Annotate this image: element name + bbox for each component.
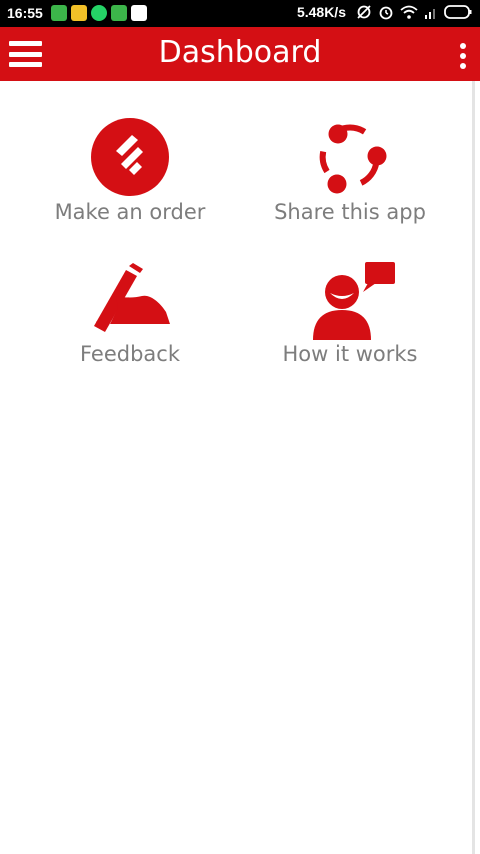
feedback-tile[interactable]: Feedback [20, 262, 240, 366]
net-speed: 5.48K/s [296, 4, 346, 20]
file-icon [71, 5, 87, 21]
alarm-icon [379, 6, 393, 20]
scrollbar[interactable] [472, 81, 475, 854]
make-order-tile[interactable]: Make an order [20, 118, 240, 224]
tile-label: Share this app [274, 200, 426, 224]
app-bar: Dashboard [0, 27, 480, 81]
tile-label: How it works [282, 342, 418, 366]
share-app-tile[interactable]: Share this app [240, 118, 460, 224]
page-title: Dashboard [158, 35, 322, 70]
how-it-works-tile[interactable]: How it works [240, 262, 460, 366]
status-right: 5.48K/s [297, 4, 472, 20]
status-time: 16:55 [7, 5, 43, 21]
overflow-menu-icon[interactable] [460, 43, 466, 69]
wechat-icon [51, 5, 67, 21]
battery-icon [444, 5, 472, 19]
notification-icons [51, 5, 147, 21]
status-bar: 16:55 5.48K/s [0, 0, 480, 27]
how-it-works-icon [313, 262, 395, 340]
signal-icon [425, 9, 435, 19]
tile-label: Make an order [54, 200, 206, 224]
tile-label: Feedback [79, 342, 180, 366]
sync-off-icon [357, 5, 371, 19]
whatsapp-icon [91, 5, 107, 21]
play-store-icon [131, 5, 147, 21]
wechat-icon [111, 5, 127, 21]
order-icon [91, 118, 169, 196]
feedback-icon [94, 263, 170, 332]
wifi-icon [400, 5, 418, 19]
share-icon [319, 124, 387, 194]
